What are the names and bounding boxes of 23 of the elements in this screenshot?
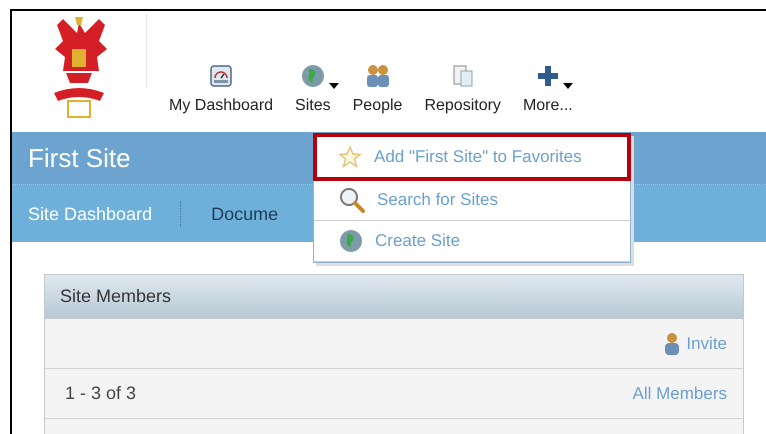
person-icon xyxy=(664,332,680,356)
nav-link[interactable]: Docume xyxy=(211,200,306,226)
globe-icon xyxy=(339,229,363,253)
toolbar-item[interactable]: Repository xyxy=(420,63,505,115)
search-icon xyxy=(339,187,365,213)
member-count: 1 - 3 of 3 xyxy=(65,383,136,404)
toolbar-item[interactable]: More... xyxy=(518,63,577,115)
star-icon xyxy=(338,145,362,169)
toolbar-item[interactable]: Sites xyxy=(291,63,335,115)
people-icon xyxy=(364,64,391,88)
all-members-link[interactable]: All Members xyxy=(632,384,727,404)
dashlet-title: Site Members xyxy=(60,286,172,307)
toolbar-item[interactable]: My Dashboard xyxy=(165,63,278,115)
gauge-icon xyxy=(210,65,232,87)
documents-icon xyxy=(450,64,475,88)
menu-item[interactable]: Search for Sites xyxy=(314,180,630,221)
menu-item[interactable]: Create Site xyxy=(314,221,630,262)
site-title: First Site xyxy=(28,142,131,174)
globe-icon xyxy=(300,64,325,88)
menu-item[interactable]: Add "First Site" to Favorites xyxy=(313,133,631,181)
toolbar-item[interactable]: People xyxy=(348,63,406,115)
invite-link[interactable]: Invite xyxy=(686,334,727,354)
plus-icon xyxy=(536,65,559,87)
